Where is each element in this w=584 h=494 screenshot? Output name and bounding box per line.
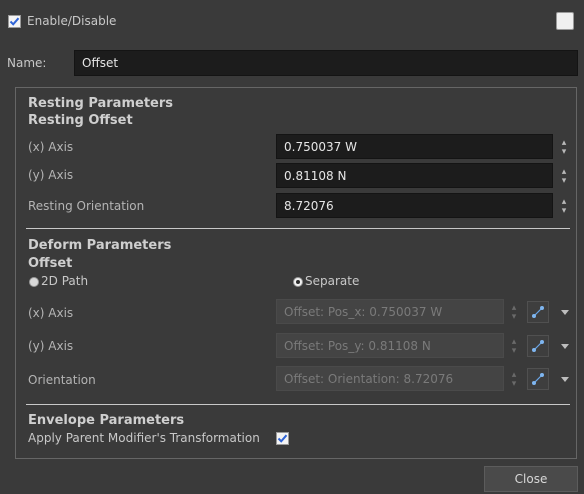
radio-separate[interactable] <box>293 277 303 287</box>
radio-2d-path[interactable] <box>29 277 39 287</box>
resting-orientation-input[interactable]: 8.72076 <box>276 193 553 218</box>
resting-x-axis-input[interactable]: 0.750037 W <box>276 134 553 159</box>
resting-orientation-spinner[interactable]: ▴ ▾ <box>559 198 569 216</box>
resting-parameters-title: Resting Parameters <box>28 96 173 111</box>
resting-offset-subtitle: Resting Offset <box>28 113 133 128</box>
resting-x-axis-label: (x) Axis <box>28 140 74 154</box>
envelope-parameters-title: Envelope Parameters <box>28 413 185 428</box>
deform-y-axis-dropdown-arrow[interactable] <box>561 344 569 349</box>
deform-orientation-spinner[interactable]: ▴ ▾ <box>509 371 519 389</box>
deform-y-axis-label: (y) Axis <box>28 339 74 353</box>
deform-orientation-link-button[interactable] <box>527 368 549 390</box>
function-curve-icon <box>532 306 544 318</box>
deform-orientation-label: Orientation <box>28 373 96 387</box>
name-input[interactable]: Offset <box>74 50 578 76</box>
apply-parent-transform-checkbox[interactable] <box>276 432 289 445</box>
close-button[interactable]: Close <box>484 466 578 492</box>
function-curve-icon <box>532 340 544 352</box>
section-divider <box>26 228 570 229</box>
section-divider <box>26 404 570 405</box>
deform-parameters-title: Deform Parameters <box>28 238 172 253</box>
deform-x-axis-spinner[interactable]: ▴ ▾ <box>509 304 519 322</box>
radio-separate-label: Separate <box>305 274 360 288</box>
deform-x-axis-label: (x) Axis <box>28 306 74 320</box>
function-curve-icon <box>532 373 544 385</box>
deform-y-axis-link-button[interactable] <box>527 335 549 357</box>
apply-parent-transform-label: Apply Parent Modifier's Transformation <box>28 431 260 445</box>
deform-orientation-input[interactable]: Offset: Orientation: 8.72076 <box>276 366 504 391</box>
enable-checkbox[interactable] <box>8 15 21 28</box>
deform-x-axis-link-button[interactable] <box>527 301 549 323</box>
color-swatch-box[interactable] <box>556 12 574 30</box>
radio-2d-path-label: 2D Path <box>41 274 89 288</box>
resting-orientation-label: Resting Orientation <box>28 199 145 213</box>
deform-orientation-dropdown-arrow[interactable] <box>561 377 569 382</box>
deform-x-axis-input[interactable]: Offset: Pos_x: 0.750037 W <box>276 299 504 324</box>
resting-y-axis-input[interactable]: 0.81108 N <box>276 163 553 188</box>
name-label: Name: <box>7 56 47 70</box>
resting-y-axis-spinner[interactable]: ▴ ▾ <box>559 168 569 186</box>
enable-label: Enable/Disable <box>27 14 117 28</box>
deform-y-axis-spinner[interactable]: ▴ ▾ <box>509 338 519 356</box>
resting-x-axis-spinner[interactable]: ▴ ▾ <box>559 139 569 157</box>
deform-offset-subtitle: Offset <box>28 256 73 271</box>
deform-x-axis-dropdown-arrow[interactable] <box>561 310 569 315</box>
resting-y-axis-label: (y) Axis <box>28 168 74 182</box>
deform-y-axis-input[interactable]: Offset: Pos_y: 0.81108 N <box>276 333 504 358</box>
